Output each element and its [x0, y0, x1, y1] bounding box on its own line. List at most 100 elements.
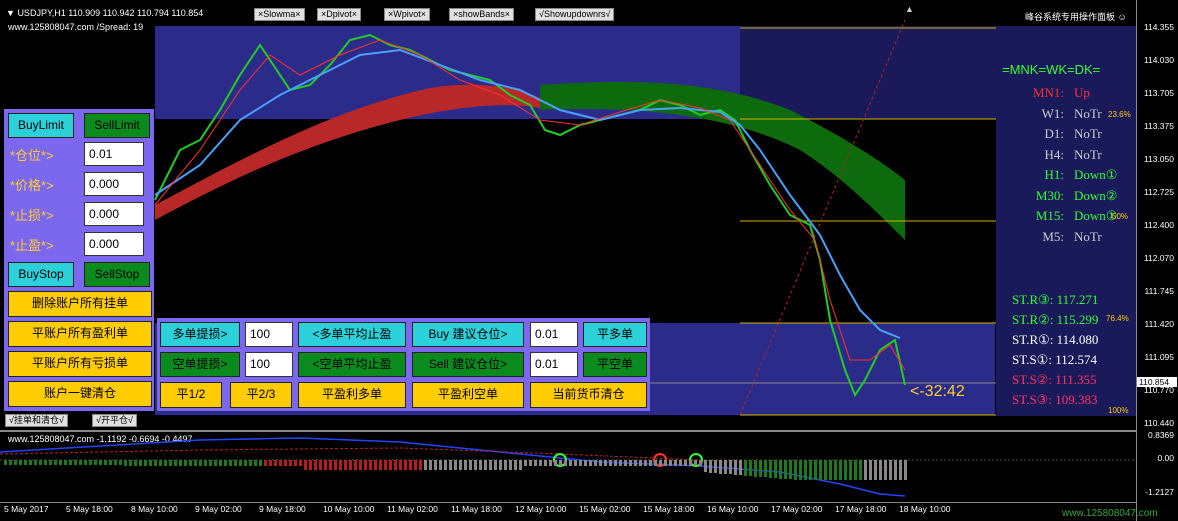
- osc-tick: 0.8369: [1148, 430, 1174, 440]
- pivot-level: ST.S②: 111.355: [1012, 372, 1097, 387]
- fib-tag-50: 50%: [1112, 212, 1129, 221]
- osc-bar: [854, 460, 857, 480]
- dropdown-icon[interactable]: ▼: [6, 8, 15, 18]
- osc-bar: [434, 460, 437, 470]
- trend-timeframe: H4:: [1044, 146, 1065, 162]
- osc-bar: [554, 460, 557, 466]
- close-symbol-button[interactable]: 当前货币清仓: [530, 382, 647, 408]
- short-tp-input[interactable]: 100: [245, 352, 293, 377]
- info-title: =MNK=WK=DK=: [1002, 62, 1101, 77]
- stoploss-input[interactable]: 0.000: [84, 202, 144, 226]
- osc-bar: [259, 460, 262, 466]
- osc-bar: [64, 460, 67, 465]
- osc-bar: [524, 460, 527, 466]
- toggle-showupdownrs[interactable]: √Showupdownrs√: [535, 8, 615, 21]
- osc-bar: [769, 460, 772, 478]
- sell-limit-button[interactable]: SellLimit: [84, 113, 150, 138]
- osc-bar: [189, 460, 192, 466]
- osc-bar: [269, 460, 272, 466]
- sell-suggest-button[interactable]: Sell 建议仓位>: [412, 352, 524, 377]
- osc-bar: [684, 460, 687, 466]
- osc-bar: [324, 460, 327, 470]
- tab-open-close[interactable]: √开平仓√: [92, 414, 137, 427]
- close-half-button[interactable]: 平1/2: [160, 382, 222, 408]
- osc-bar: [349, 460, 352, 470]
- trend-value: Up: [1074, 85, 1090, 100]
- tab-pending-close[interactable]: √挂单和清仓√: [5, 414, 68, 427]
- osc-bar: [399, 460, 402, 470]
- osc-bar: [369, 460, 372, 470]
- osc-bar: [809, 460, 812, 480]
- osc-bar: [129, 460, 132, 466]
- trend-value: NoTr: [1074, 228, 1102, 244]
- close-profit-short-button[interactable]: 平盈利空单: [412, 382, 524, 408]
- osc-bar: [574, 460, 577, 466]
- lot-input[interactable]: 0.01: [84, 142, 144, 166]
- short-avg-tp-button[interactable]: <空单平均止盈: [298, 352, 406, 377]
- time-tick: 10 May 10:00: [323, 504, 375, 514]
- osc-bar: [509, 460, 512, 470]
- close-short-button[interactable]: 平空单: [583, 352, 647, 377]
- time-axis-line: [0, 502, 1136, 503]
- osc-bar: [229, 460, 232, 466]
- buy-limit-button[interactable]: BuyLimit: [8, 113, 74, 138]
- osc-tick: -1.2127: [1145, 487, 1174, 497]
- long-tp-button[interactable]: 多单提损>: [160, 322, 240, 347]
- takeprofit-input[interactable]: 0.000: [84, 232, 144, 256]
- osc-bar: [114, 460, 117, 465]
- time-tick: 9 May 02:00: [195, 504, 242, 514]
- osc-bar: [244, 460, 247, 466]
- close-profit-long-button[interactable]: 平盈利多单: [298, 382, 406, 408]
- osc-bar: [859, 460, 862, 480]
- osc-bar: [774, 460, 777, 479]
- price-tick: 114.030: [1143, 55, 1174, 65]
- osc-bar: [549, 460, 552, 466]
- osc-bar: [604, 460, 607, 466]
- close-loss-button[interactable]: 平账户所有亏损单: [8, 351, 152, 377]
- osc-bar: [199, 460, 202, 466]
- buy-suggest-button[interactable]: Buy 建议仓位>: [412, 322, 524, 347]
- osc-bar: [84, 460, 87, 465]
- osc-bar: [304, 460, 307, 470]
- osc-bar: [904, 460, 907, 480]
- osc-bar: [644, 460, 647, 466]
- osc-bar: [654, 460, 657, 466]
- osc-bar: [714, 460, 717, 474]
- osc-bar: [789, 460, 792, 480]
- price-tick: 113.705: [1143, 88, 1174, 98]
- pivot-level: ST.R②: 115.299: [1012, 312, 1099, 327]
- osc-bar: [824, 460, 827, 480]
- price-tick: 112.070: [1143, 253, 1174, 263]
- short-tp-button[interactable]: 空单提损>: [160, 352, 240, 377]
- osc-bar: [249, 460, 252, 466]
- buy-lot-input[interactable]: 0.01: [530, 322, 578, 347]
- close-long-button[interactable]: 平多单: [583, 322, 647, 347]
- long-avg-tp-button[interactable]: <多单平均止盈: [298, 322, 406, 347]
- osc-bar: [564, 460, 567, 466]
- sell-stop-button[interactable]: SellStop: [84, 262, 150, 287]
- osc-bar: [499, 460, 502, 470]
- osc-bar: [444, 460, 447, 470]
- toggle-slowma[interactable]: ×Slowma×: [254, 8, 305, 21]
- long-tp-input[interactable]: 100: [245, 322, 293, 347]
- toggle-wpivot[interactable]: ×Wpivot×: [384, 8, 431, 21]
- toggle-dpivot[interactable]: ×Dpivot×: [317, 8, 362, 21]
- delete-pending-button[interactable]: 删除账户所有挂单: [8, 291, 152, 317]
- osc-bar: [359, 460, 362, 470]
- close-all-button[interactable]: 账户一键清仓: [8, 381, 152, 407]
- chart-menu-icon[interactable]: ▲: [905, 4, 914, 14]
- close-profit-button[interactable]: 平账户所有盈利单: [8, 321, 152, 347]
- trend-value: Down①: [1074, 208, 1118, 223]
- osc-bar: [339, 460, 342, 470]
- sell-lot-input[interactable]: 0.01: [530, 352, 578, 377]
- osc-bar: [594, 460, 597, 466]
- buy-stop-button[interactable]: BuyStop: [8, 262, 74, 287]
- osc-bar: [194, 460, 197, 466]
- toggle-showbands[interactable]: ×showBands×: [449, 8, 515, 21]
- osc-bar: [79, 460, 82, 465]
- close-two-thirds-button[interactable]: 平2/3: [230, 382, 292, 408]
- price-input[interactable]: 0.000: [84, 172, 144, 196]
- osc-bar: [159, 460, 162, 466]
- osc-bar: [589, 460, 592, 466]
- osc-bar: [829, 460, 832, 480]
